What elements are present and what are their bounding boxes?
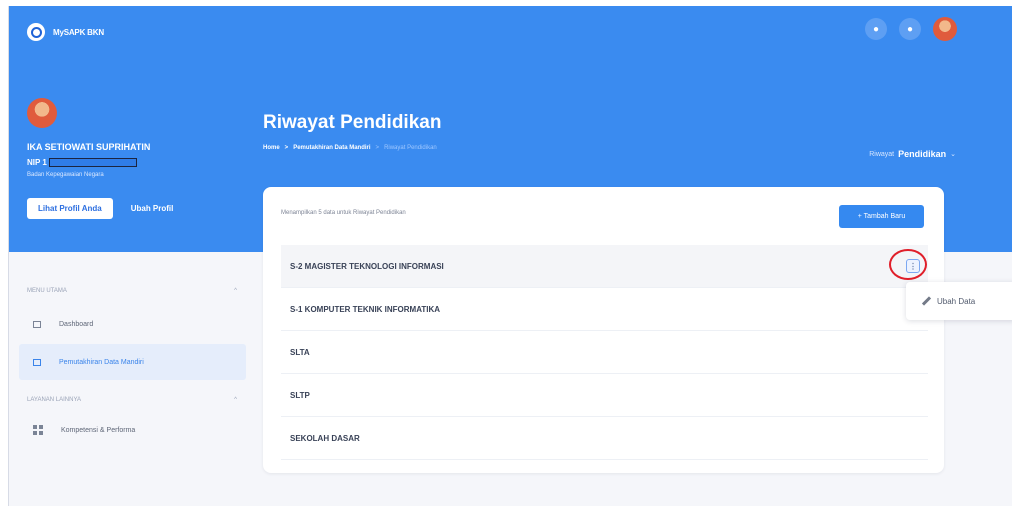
nip-redaction [48,158,137,167]
sidebar-item-label: Pemutakhiran Data Mandiri [59,358,144,366]
education-row[interactable]: S-1 KOMPUTER TEKNIK INFORMATIKA [281,288,928,331]
education-history-card: Menampilkan 5 data untuk Riwayat Pendidi… [263,187,944,473]
other-services-heading[interactable]: LAYANAN LAINNYA ^ [27,397,237,403]
breadcrumb-current: Riwayat Pendidikan [384,145,437,151]
page-title: Riwayat Pendidikan [263,112,442,133]
section-selector[interactable]: Riwayat Pendidikan ⌄ [869,149,956,159]
app-title[interactable]: MySAPK BKN [53,28,104,37]
user-avatar[interactable] [933,17,957,41]
profile-nip: NIP 1 [27,158,227,167]
add-new-button[interactable]: + Tambah Baru [839,205,924,228]
bkn-logo[interactable] [27,23,45,41]
chevron-down-icon: ⌄ [950,151,956,158]
main-menu-heading[interactable]: MENU UTAMA ^ [27,288,237,294]
profile-name: IKA SETIOWATI SUPRIHATIN [27,142,151,152]
education-title: S-2 MAGISTER TEKNOLOGI INFORMASI [290,261,444,271]
top-nav: MySAPK BKN [27,22,104,42]
sidebar-item-label: Dashboard [59,320,94,328]
pencil-icon [921,296,931,306]
section-label: Pendidikan [898,149,947,159]
top-actions: ● ● [865,17,957,41]
breadcrumb-data[interactable]: Pemutakhiran Data Mandiri [293,145,370,151]
collapse-icon: ^ [234,288,237,294]
education-title: SLTP [290,390,310,400]
other-services-label: LAYANAN LAINNYA [27,397,82,403]
education-title: SEKOLAH DASAR [290,433,360,443]
view-profile-button[interactable]: Lihat Profil Anda [27,198,113,219]
breadcrumb-separator: > [375,145,380,151]
row-action-menu: Ubah Data [906,282,1012,320]
performance-icon [33,425,43,435]
record-summary: Menampilkan 5 data untuk Riwayat Pendidi… [281,210,406,216]
breadcrumb-home[interactable]: Home [263,145,280,151]
profile-organization: Badan Kepegawaian Negara [27,172,104,178]
education-title: S-1 KOMPUTER TEKNIK INFORMATIKA [290,304,441,314]
education-title: SLTA [290,347,310,357]
breadcrumb-separator: > [284,145,289,151]
profile-summary: IKA SETIOWATI SUPRIHATIN NIP 1 Badan Kep… [27,98,227,219]
profile-actions: Lihat Profil Anda Ubah Profil [27,198,227,219]
nip-label: NIP 1 [27,158,47,167]
notification-icon[interactable]: ● [899,18,921,40]
education-row[interactable]: SLTA [281,331,928,374]
edit-data-menu-item[interactable]: Ubah Data [937,297,975,306]
section-prefix: Riwayat [869,150,895,158]
status-icon[interactable]: ● [865,18,887,40]
education-row[interactable]: S-2 MAGISTER TEKNOLOGI INFORMASI ⋮ [281,245,928,288]
education-row[interactable]: SLTP [281,374,928,417]
annotation-highlight [889,249,927,280]
profile-avatar [27,98,57,128]
app-frame: MySAPK BKN ● ● IKA SETIOWATI SUPRIHATIN … [8,6,1012,506]
dashboard-icon [33,320,41,328]
sidebar-item-label: Kompetensi & Performa [61,426,136,434]
data-icon [33,358,41,366]
breadcrumb: Home > Pemutakhiran Data Mandiri > Riway… [263,145,437,151]
sidebar-item-data-update[interactable]: Pemutakhiran Data Mandiri [19,344,246,380]
sidebar-item-performance[interactable]: Kompetensi & Performa [19,412,246,448]
education-row[interactable]: SEKOLAH DASAR [281,417,928,460]
main-menu-label: MENU UTAMA [27,288,67,294]
collapse-icon: ^ [234,397,237,403]
sidebar-item-dashboard[interactable]: Dashboard [19,306,246,342]
edit-profile-button[interactable]: Ubah Profil [123,198,182,219]
